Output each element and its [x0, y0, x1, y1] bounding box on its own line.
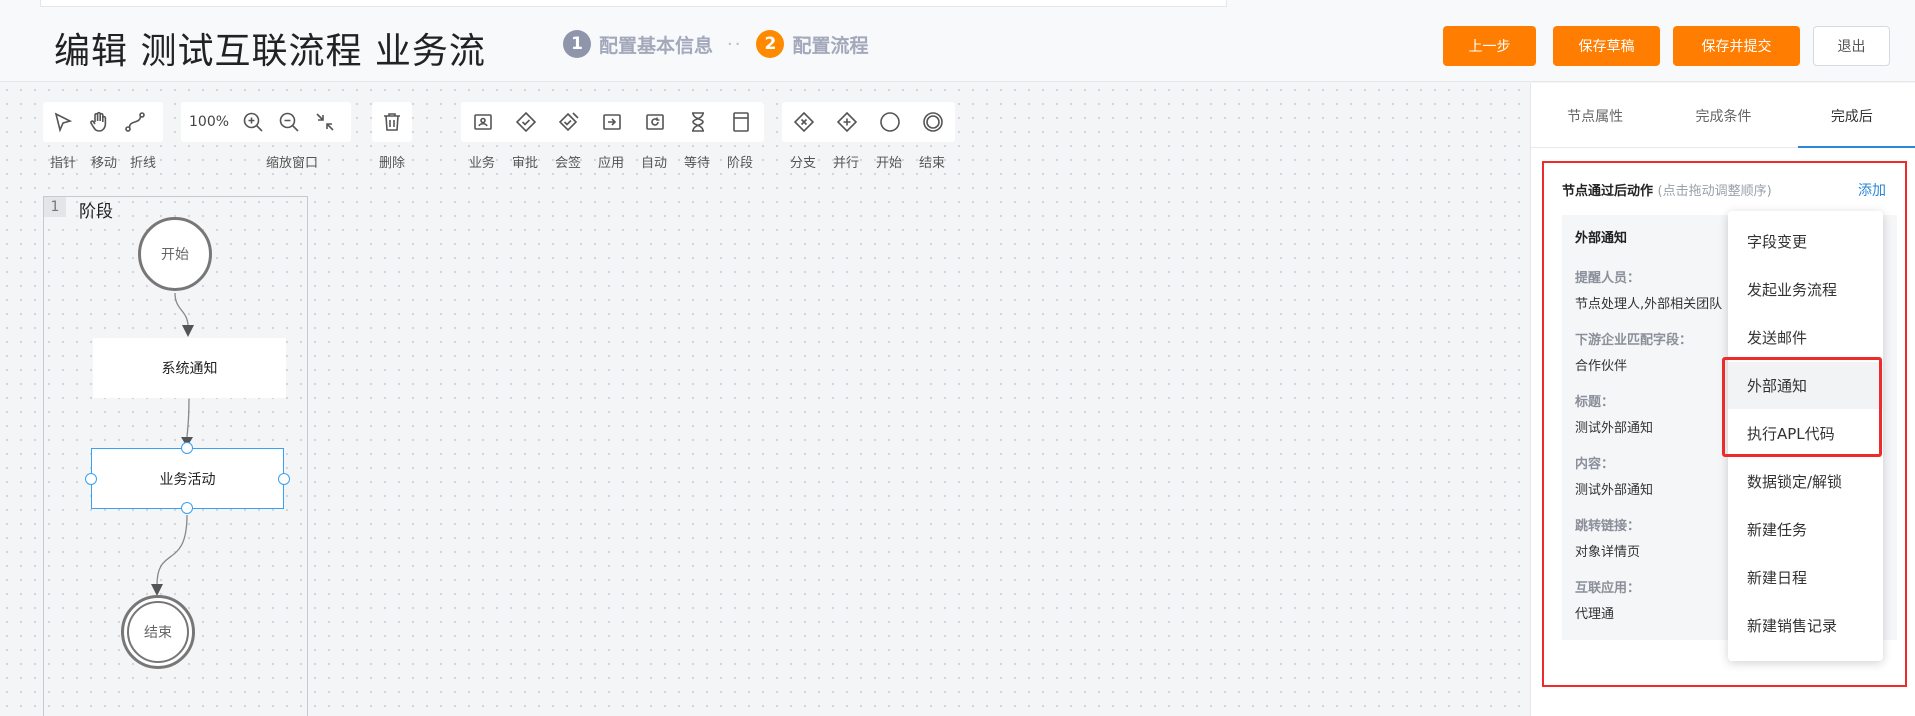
exit-button[interactable]: 退出 — [1813, 26, 1890, 66]
section-hint: (点击拖动调整顺序) — [1657, 184, 1772, 199]
section-title: 节点通过后动作 (点击拖动调整顺序) — [1562, 180, 1772, 199]
add-action-dropdown: 字段变更 发起业务流程 发送邮件 外部通知 执行APL代码 数据锁定/解锁 新建… — [1728, 211, 1883, 661]
end-node[interactable]: 结束 — [121, 595, 195, 669]
connector-system-to-business[interactable] — [186, 398, 190, 438]
save-submit-button[interactable]: 保存并提交 — [1673, 26, 1800, 66]
tab-completion-conditions[interactable]: 完成条件 — [1659, 83, 1787, 147]
dropdown-item-external-notice[interactable]: 外部通知 — [1728, 362, 1883, 409]
dropdown-item-start-business-flow[interactable]: 发起业务流程 — [1728, 266, 1883, 313]
section-title-text: 节点通过后动作 — [1562, 184, 1654, 199]
tab-node-properties[interactable]: 节点属性 — [1531, 83, 1659, 147]
connection-handle-left[interactable] — [85, 473, 97, 485]
dropdown-item-field-change[interactable]: 字段变更 — [1728, 218, 1883, 265]
save-draft-button[interactable]: 保存草稿 — [1553, 26, 1660, 66]
connector-start-to-system[interactable] — [174, 292, 189, 326]
field-label-interconnect-app: 互联应用： — [1575, 581, 1641, 596]
dropdown-item-data-lock[interactable]: 数据锁定/解锁 — [1728, 458, 1883, 505]
dropdown-item-new-task[interactable]: 新建任务 — [1728, 506, 1883, 553]
start-node[interactable]: 开始 — [138, 217, 212, 291]
connection-handle-top[interactable] — [181, 442, 193, 454]
connector-business-to-end[interactable] — [156, 514, 188, 586]
panel-tabs: 节点属性 完成条件 完成后 — [1531, 83, 1915, 148]
field-label-match-field: 下游企业匹配字段： — [1575, 333, 1693, 348]
dropdown-item-send-email[interactable]: 发送邮件 — [1728, 314, 1883, 361]
field-label-title: 标题： — [1575, 395, 1615, 410]
connection-handle-bottom[interactable] — [181, 502, 193, 514]
end-node-label: 结束 — [144, 625, 172, 641]
field-label-jump-link: 跳转链接： — [1575, 519, 1641, 534]
system-notice-node[interactable]: 系统通知 — [93, 338, 286, 398]
add-action-link[interactable]: 添加 — [1858, 180, 1886, 200]
field-label-content: 内容： — [1575, 457, 1615, 472]
arrow-head — [182, 325, 194, 337]
dropdown-item-new-sales-record[interactable]: 新建销售记录 — [1728, 602, 1883, 649]
card-title: 外部通知 — [1575, 231, 1628, 246]
dropdown-item-new-schedule[interactable]: 新建日程 — [1728, 554, 1883, 601]
dropdown-item-run-apl-code[interactable]: 执行APL代码 — [1728, 410, 1883, 457]
tab-after-completion[interactable]: 完成后 — [1788, 83, 1915, 148]
business-activity-node[interactable]: 业务活动 — [91, 448, 284, 509]
connection-handle-right[interactable] — [278, 473, 290, 485]
field-label-recipients: 提醒人员： — [1575, 271, 1641, 286]
